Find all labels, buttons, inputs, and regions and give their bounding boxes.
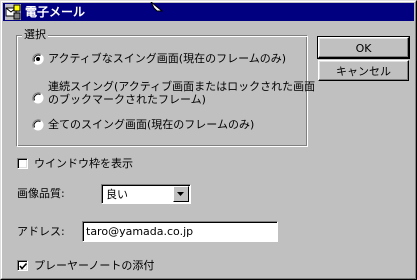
radio-unselected-icon[interactable] [32, 92, 44, 104]
mouse-pointer-icon [150, 2, 164, 12]
ok-button[interactable]: OK [317, 36, 410, 59]
image-quality-label: 画像品質: [17, 187, 65, 200]
dialog-frame: 電子メール 選択 アクティブなスイング画面(現在のフレームのみ) 連続スイング(… [1, 1, 416, 279]
image-quality-value: 良い [106, 188, 128, 201]
radio-selected-icon[interactable] [32, 53, 44, 65]
title-bar[interactable]: 電子メール [3, 3, 414, 21]
mail-icon [5, 4, 21, 20]
address-label: アドレス: [17, 225, 65, 238]
dropdown-arrow-button[interactable] [173, 186, 189, 202]
chevron-down-icon [177, 192, 184, 196]
email-dialog: 電子メール 選択 アクティブなスイング画面(現在のフレームのみ) 連続スイング(… [0, 0, 417, 280]
dialog-title: 電子メール [25, 5, 86, 19]
radio-unselected-icon[interactable] [32, 119, 44, 131]
radio-continuous-swing-label-line2: のブックマークされたフレーム) [48, 93, 206, 106]
address-input[interactable]: taro@yamada.co.jp [82, 221, 278, 242]
show-frame-checkbox[interactable] [17, 158, 28, 169]
cancel-button[interactable]: キャンセル [318, 60, 409, 81]
radio-active-swing-label: アクティブなスイング画面(現在のフレームのみ) [48, 52, 287, 65]
radio-all-swings-label: 全てのスイング画面(現在のフレームのみ) [48, 118, 255, 131]
image-quality-select[interactable]: 良い [101, 184, 191, 204]
checkmark-icon [19, 262, 28, 270]
show-frame-label: ウインドウ枠を表示 [34, 157, 133, 170]
radio-continuous-swing-label-line1: 連続スイング(アクティブ画面またはロックされた画面 [48, 80, 316, 93]
attach-notes-checkbox[interactable] [17, 260, 28, 271]
address-value: taro@yamada.co.jp [86, 225, 194, 238]
selection-group-label: 選択 [22, 28, 48, 42]
attach-notes-label: プレーヤーノートの添付 [34, 259, 155, 272]
